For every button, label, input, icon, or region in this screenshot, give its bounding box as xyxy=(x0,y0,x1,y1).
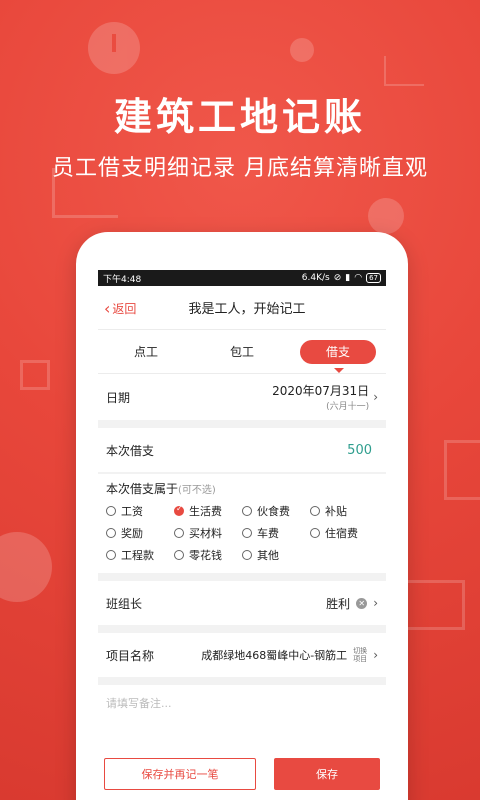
category-option-label: 补贴 xyxy=(325,505,347,518)
date-value-block: 2020年07月31日 (六月十一) xyxy=(272,382,369,412)
leader-value: 胜利 xyxy=(326,596,351,611)
nav-bar: ‹ 返回 我是工人，开始记工 xyxy=(98,286,386,330)
wifi-icon: ◠ xyxy=(354,273,363,283)
status-bar: 下午4:48 6.4K/s ⊘ ▮ ◠ 67 xyxy=(98,270,386,286)
leader-value-block: 胜利 ✕ › xyxy=(326,595,378,612)
save-and-continue-button[interactable]: 保存并再记一笔 xyxy=(104,758,256,790)
back-label: 返回 xyxy=(112,302,137,316)
date-value: 2020年07月31日 xyxy=(272,384,370,398)
status-indicators: 6.4K/s ⊘ ▮ ◠ 67 xyxy=(302,273,381,283)
category-option[interactable]: 住宿费 xyxy=(310,525,378,541)
radio-icon xyxy=(174,528,184,538)
leader-label: 班组长 xyxy=(106,596,143,611)
lunar-date: (六月十一) xyxy=(326,402,370,412)
divider xyxy=(98,573,386,581)
radio-icon xyxy=(106,528,116,538)
coin-icon xyxy=(368,198,404,234)
category-title-text: 本次借支属于 xyxy=(106,482,179,496)
divider xyxy=(98,677,386,685)
radio-checked-icon xyxy=(174,504,184,516)
radio-icon xyxy=(310,528,320,538)
promo-subline: 员工借支明细记录 月底结算清晰直观 xyxy=(52,156,428,181)
divider xyxy=(98,420,386,428)
radio-icon xyxy=(310,506,320,516)
category-options: 工资 生活费 伙食费 补贴奖励 买材料 车费 住宿费工程款 零花钱 其他 xyxy=(106,503,378,563)
category-option-label: 买材料 xyxy=(189,527,222,540)
category-option-label: 工程款 xyxy=(121,549,154,562)
network-speed: 6.4K/s xyxy=(301,273,330,283)
radio-icon xyxy=(242,550,252,560)
chevron-right-icon: › xyxy=(373,648,378,662)
category-option[interactable]: 车费 xyxy=(242,525,310,541)
project-value: 成都绿地468蜀峰中心-钢筋工 xyxy=(201,649,348,662)
coin-icon xyxy=(0,532,52,602)
radio-icon xyxy=(106,550,116,560)
tab-daily-work[interactable]: 点工 xyxy=(108,340,184,364)
category-note: (可不选) xyxy=(178,485,216,496)
category-option[interactable]: 其他 xyxy=(242,547,310,563)
bottom-action-bar: 保存并再记一笔 保存 xyxy=(98,748,386,800)
document-icon xyxy=(405,580,465,630)
coin-icon xyxy=(290,38,314,62)
date-picker[interactable]: 2020年07月31日 (六月十一) › xyxy=(272,382,378,412)
record-type-tabs: 点工 包工 借支 xyxy=(98,330,386,374)
page-title: 我是工人，开始记工 xyxy=(188,302,306,317)
category-option[interactable]: 工程款 xyxy=(106,547,174,563)
category-option-label: 其他 xyxy=(257,549,279,562)
tab-advance[interactable]: 借支 xyxy=(300,339,376,373)
team-leader-field[interactable]: 班组长 胜利 ✕ › xyxy=(98,581,386,625)
category-title: 本次借支属于(可不选) xyxy=(106,480,378,497)
category-option-label: 伙食费 xyxy=(257,505,290,518)
category-option[interactable]: 伙食费 xyxy=(242,503,310,519)
status-time: 下午4:48 xyxy=(103,274,142,285)
document-icon xyxy=(444,440,480,500)
radio-icon xyxy=(174,550,184,560)
category-option-label: 住宿费 xyxy=(325,527,358,540)
category-option-label: 生活费 xyxy=(189,505,222,518)
switch-project-button[interactable]: 切换项目 xyxy=(351,647,369,663)
project-label: 项目名称 xyxy=(106,648,155,663)
chevron-left-icon: ‹ xyxy=(104,298,111,318)
document-icon xyxy=(20,360,50,390)
project-field[interactable]: 项目名称 成都绿地468蜀峰中心-钢筋工 切换项目 › xyxy=(98,633,386,677)
category-option[interactable]: 补贴 xyxy=(310,503,378,519)
radio-icon xyxy=(242,506,252,516)
category-option[interactable]: 零花钱 xyxy=(174,547,242,563)
amount-label: 本次借支 xyxy=(106,443,155,458)
amount-field[interactable]: 本次借支 500 xyxy=(98,428,386,472)
category-option[interactable]: 买材料 xyxy=(174,525,242,541)
promo-headline: 建筑工地记账 xyxy=(113,95,366,139)
signal-icon: ▮ xyxy=(345,273,351,283)
chevron-right-icon: › xyxy=(373,390,378,404)
clock-icon xyxy=(88,22,140,74)
category-option[interactable]: 奖励 xyxy=(106,525,174,541)
chevron-right-icon: › xyxy=(373,596,378,610)
clear-icon[interactable]: ✕ xyxy=(356,597,368,609)
back-button[interactable]: ‹ 返回 xyxy=(98,300,136,317)
mute-icon: ⊘ xyxy=(333,273,342,283)
save-button[interactable]: 保存 xyxy=(274,758,380,790)
phone-screen: 下午4:48 6.4K/s ⊘ ▮ ◠ 67 ‹ 返回 我是工人，开始记工 点工… xyxy=(98,270,386,800)
divider xyxy=(98,625,386,633)
date-label: 日期 xyxy=(106,390,131,405)
battery-icon: 67 xyxy=(366,273,381,283)
chart-icon xyxy=(384,56,424,86)
tab-contract-work[interactable]: 包工 xyxy=(204,340,280,364)
category-section: 本次借支属于(可不选) 工资 生活费 伙食费 补贴奖励 买材料 车费 住宿费工程款 零花钱 其他 xyxy=(98,474,386,573)
category-option-label: 工资 xyxy=(121,505,143,518)
category-option-label: 车费 xyxy=(257,527,279,540)
radio-icon xyxy=(242,528,252,538)
project-value-block: 成都绿地468蜀峰中心-钢筋工 切换项目 › xyxy=(201,647,378,663)
category-option[interactable]: 生活费 xyxy=(174,503,242,519)
radio-icon xyxy=(106,506,116,516)
category-option[interactable]: 工资 xyxy=(106,503,174,519)
category-option-label: 零花钱 xyxy=(189,549,222,562)
amount-value[interactable]: 500 xyxy=(347,443,378,458)
date-field[interactable]: 日期 2020年07月31日 (六月十一) › xyxy=(98,374,386,420)
category-option-label: 奖励 xyxy=(121,527,143,540)
